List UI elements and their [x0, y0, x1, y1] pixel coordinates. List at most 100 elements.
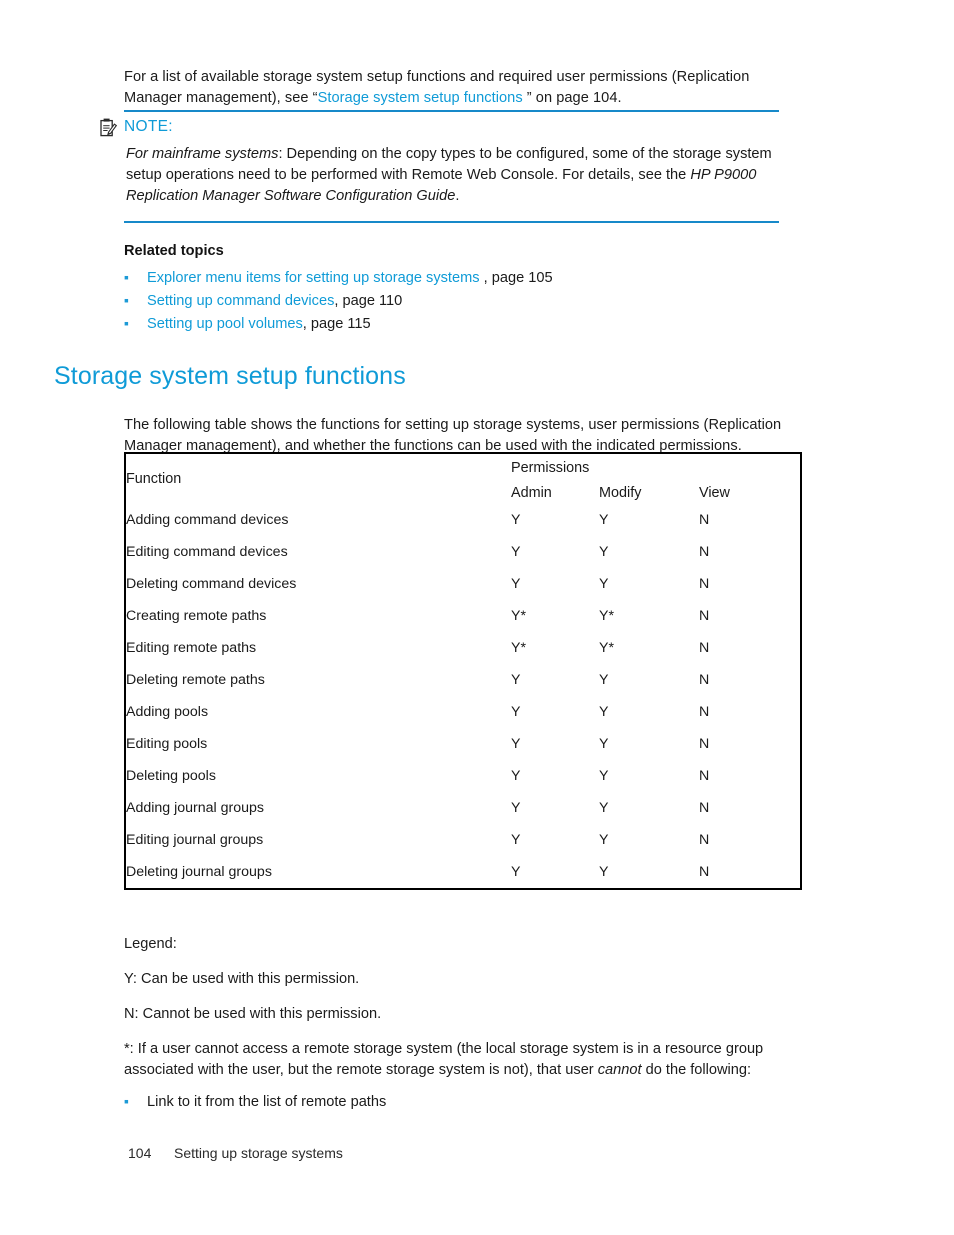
legend-n-definition: N: Cannot be used with this permission.	[124, 1006, 382, 1022]
cell-modify: Y	[599, 544, 609, 560]
column-header-modify: Modify	[599, 485, 642, 501]
related-topic-link[interactable]: Setting up pool volumes	[147, 316, 303, 332]
table-row: Deleting remote paths Y Y N	[125, 664, 801, 696]
note-bottom-rule	[124, 221, 779, 223]
list-item[interactable]: ▪ Setting up command devices, page 110	[124, 293, 784, 316]
cell-modify: Y*	[599, 640, 614, 656]
related-topic-entry: Setting up command devices, page 110	[147, 293, 402, 309]
cell-view: N	[699, 608, 710, 624]
permissions-table-container: Function Permissions Admin Modify View A…	[124, 452, 803, 890]
note-body: For mainframe systems: Depending on the …	[126, 144, 774, 207]
related-topic-link[interactable]: Setting up command devices	[147, 293, 334, 309]
table-row: Adding pools Y Y N	[125, 696, 801, 728]
list-item: ▪ Link to it from the list of remote pat…	[124, 1094, 804, 1110]
cell-modify: Y	[599, 704, 609, 720]
section-intro-paragraph: The following table shows the functions …	[124, 416, 782, 454]
table-row: Editing pools Y Y N	[125, 728, 801, 760]
related-topic-entry: Setting up pool volumes, page 115	[147, 316, 371, 332]
cell-admin: Y	[511, 672, 521, 688]
cell-admin: Y	[511, 576, 521, 592]
table-row: Deleting command devices Y Y N	[125, 568, 801, 600]
page-title: Storage system setup functions	[54, 362, 406, 390]
note-body-part-3: .	[455, 187, 460, 204]
cell-function: Deleting command devices	[126, 576, 297, 592]
note-header: NOTE:	[100, 118, 779, 137]
legend-block: Legend: Y: Can be used with this permiss…	[124, 934, 804, 1110]
cell-modify: Y	[599, 512, 609, 528]
related-topic-page: , page 105	[479, 270, 553, 286]
storage-setup-permissions-table: Function Permissions Admin Modify View A…	[124, 452, 803, 890]
note-admonition: NOTE: For mainframe systems: Depending o…	[100, 110, 779, 223]
cell-admin: Y	[511, 704, 521, 720]
column-header-admin: Admin	[511, 485, 552, 501]
cell-function: Editing remote paths	[126, 640, 257, 656]
table-body: Adding command devices Y Y N Editing com…	[125, 504, 801, 889]
cell-modify: Y	[599, 768, 609, 784]
cell-modify: Y	[599, 864, 609, 880]
cell-view: N	[699, 672, 710, 688]
document-page: For a list of available storage system s…	[0, 0, 954, 1235]
column-header-view: View	[699, 485, 730, 501]
cell-admin: Y*	[511, 640, 526, 656]
cell-modify: Y	[599, 576, 609, 592]
cell-view: N	[699, 576, 710, 592]
note-clipboard-icon	[100, 118, 117, 136]
cell-function: Editing pools	[126, 736, 208, 752]
cell-admin: Y*	[511, 608, 526, 624]
cell-view: N	[699, 640, 710, 656]
list-item[interactable]: ▪ Setting up pool volumes, page 115	[124, 316, 784, 339]
cell-modify: Y	[599, 800, 609, 816]
cell-modify: Y*	[599, 608, 614, 624]
cell-function: Creating remote paths	[126, 608, 267, 624]
note-body-italic-lead: For mainframe systems	[126, 145, 279, 162]
table-header-row-group: Function Permissions	[125, 453, 801, 487]
bullet-icon: ▪	[124, 292, 129, 308]
table-row: Creating remote paths Y* Y* N	[125, 600, 801, 632]
cell-modify: Y	[599, 736, 609, 752]
cell-function: Deleting remote paths	[126, 672, 265, 688]
note-top-rule	[124, 110, 779, 112]
table-row: Deleting journal groups Y Y N	[125, 856, 801, 889]
cell-function: Editing journal groups	[126, 832, 264, 848]
cell-function: Adding journal groups	[126, 800, 265, 816]
bullet-icon: ▪	[124, 1093, 129, 1109]
cell-view: N	[699, 736, 710, 752]
table-row: Deleting pools Y Y N	[125, 760, 801, 792]
related-topic-page: , page 115	[302, 316, 371, 332]
note-title: NOTE:	[124, 118, 173, 136]
cell-modify: Y	[599, 672, 609, 688]
intro-text-after: ” on page 104.	[522, 89, 622, 106]
legend-bullet-text: Link to it from the list of remote paths	[147, 1094, 387, 1110]
cell-admin: Y	[511, 544, 521, 560]
legend-title: Legend:	[124, 936, 177, 952]
related-topic-link[interactable]: Explorer menu items for setting up stora…	[147, 270, 480, 286]
cell-admin: Y	[511, 864, 521, 880]
cell-function: Adding pools	[126, 704, 209, 720]
intro-cross-reference-link[interactable]: Storage system setup functions	[318, 90, 523, 106]
legend-asterisk-part-2: do the following:	[641, 1062, 752, 1078]
table-row: Adding journal groups Y Y N	[125, 792, 801, 824]
cell-function: Adding command devices	[126, 512, 289, 528]
list-item[interactable]: ▪ Explorer menu items for setting up sto…	[124, 270, 784, 293]
legend-asterisk-definition: *: If a user cannot access a remote stor…	[124, 1039, 804, 1081]
table-row: Adding command devices Y Y N	[125, 504, 801, 536]
cell-view: N	[699, 864, 710, 880]
intro-paragraph: For a list of available storage system s…	[124, 67, 784, 109]
table-row: Editing remote paths Y* Y* N	[125, 632, 801, 664]
cell-admin: Y	[511, 832, 521, 848]
related-topics-heading: Related topics	[124, 243, 224, 259]
cell-admin: Y	[511, 800, 521, 816]
cell-admin: Y	[511, 512, 521, 528]
footer-section-name: Setting up storage systems	[174, 1145, 343, 1161]
bullet-icon: ▪	[124, 269, 129, 285]
table-row: Editing journal groups Y Y N	[125, 824, 801, 856]
cell-view: N	[699, 768, 710, 784]
column-header-function: Function	[126, 471, 182, 487]
page-footer: 104 Setting up storage systems	[128, 1145, 343, 1161]
cell-function: Deleting journal groups	[126, 864, 272, 880]
legend-y-definition: Y: Can be used with this permission.	[124, 971, 360, 987]
cell-modify: Y	[599, 832, 609, 848]
legend-asterisk-italic: cannot	[597, 1062, 642, 1078]
cell-admin: Y	[511, 768, 521, 784]
related-topic-page: , page 110	[334, 293, 403, 309]
